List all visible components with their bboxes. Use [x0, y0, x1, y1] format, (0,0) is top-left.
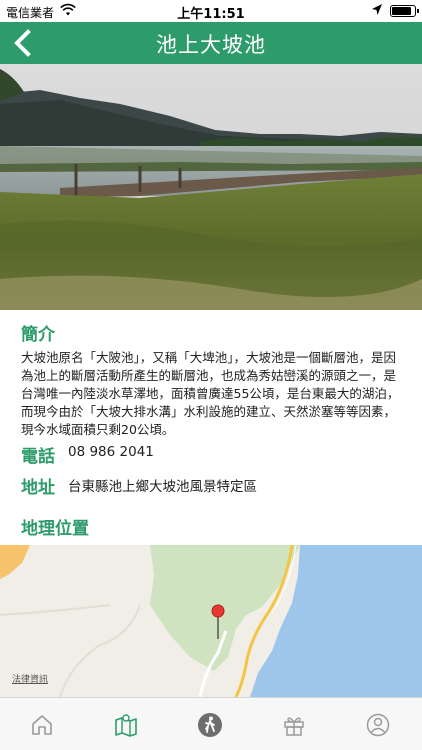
address-label: 地址 — [21, 478, 55, 498]
page-title: 池上大坡池 — [156, 33, 266, 57]
nav-header: 池上大坡池 — [0, 22, 422, 64]
tab-gift[interactable] — [252, 698, 336, 750]
location-map[interactable]: 法律資訊 — [0, 545, 422, 697]
status-bar: 電信業者 上午11:51 — [0, 0, 422, 22]
phone-number[interactable]: 08 986 2041 — [68, 444, 154, 460]
lake-photo — [0, 64, 422, 310]
location-heading: 地理位置 — [21, 519, 89, 539]
profile-icon — [366, 713, 390, 736]
clock: 上午11:51 — [177, 7, 245, 22]
map-legal-link[interactable]: 法律資訊 — [12, 672, 48, 685]
walking-icon — [198, 712, 222, 737]
phone-label: 電話 — [21, 447, 55, 467]
battery-icon — [390, 5, 419, 17]
map-icon — [115, 713, 137, 737]
intro-heading: 簡介 — [21, 325, 55, 345]
tab-bar — [0, 697, 422, 750]
gift-icon — [284, 716, 304, 736]
location-arrow-icon — [372, 4, 382, 15]
tab-home[interactable] — [0, 698, 84, 750]
tab-walking[interactable] — [168, 698, 252, 750]
intro-text: 大坡池原名「大陂池」，又稱「大埤池」，大坡池是一個斷層池，是因為池上的斷層活動所… — [21, 350, 400, 437]
home-icon — [32, 714, 52, 735]
address-value: 台東縣池上鄉大坡池風景特定區 — [68, 479, 257, 495]
tab-profile[interactable] — [336, 698, 420, 750]
tab-map[interactable] — [84, 698, 168, 750]
